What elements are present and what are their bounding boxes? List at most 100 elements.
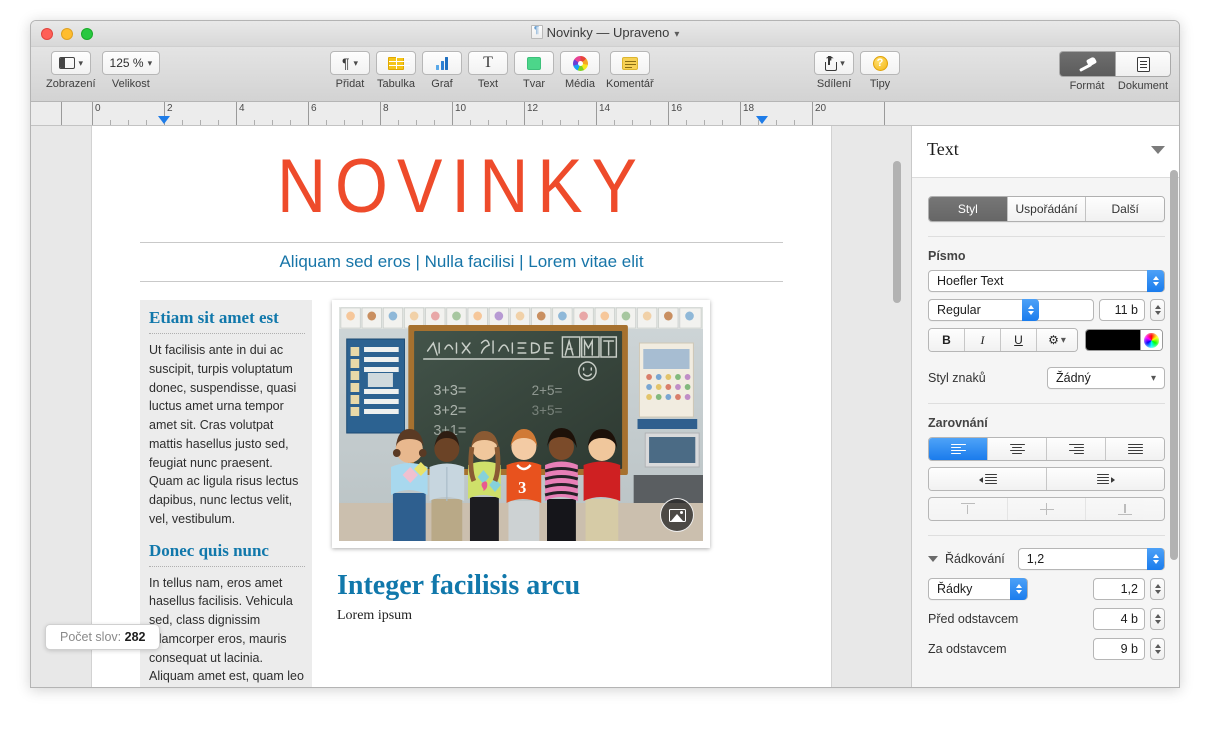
photo-frame[interactable]: 3+3= 3+2= 3+1= 2+5= 3+5= 3 <box>332 300 710 548</box>
comment-button[interactable] <box>609 51 650 75</box>
tab-usporadani[interactable]: Uspořádání <box>1007 197 1087 221</box>
image-placeholder-icon[interactable] <box>660 498 694 532</box>
toolbar-item-share[interactable]: ▾ Sdílení <box>814 51 854 90</box>
story-body[interactable]: Lorem ipsum <box>337 608 724 624</box>
space-before-field[interactable]: 4 b <box>1093 608 1145 630</box>
align-top-button[interactable] <box>929 498 1008 520</box>
outdent-icon <box>978 473 997 485</box>
article-heading[interactable]: Donec quis nunc <box>149 541 305 561</box>
spacing-mode-row: Řádky 1,2 <box>928 578 1165 600</box>
ruler[interactable]: 0 2 4 6 8 10 12 14 16 18 20 <box>31 102 1179 126</box>
article-body[interactable]: In tellus nam, eros amet hasellus facili… <box>149 574 305 688</box>
align-top-icon <box>960 503 975 515</box>
toolbar-item-table[interactable]: Tabulka <box>376 51 416 90</box>
toolbar-item-text[interactable]: T Text <box>468 51 508 90</box>
ruler-left-margin-marker[interactable] <box>158 116 170 124</box>
bold-button[interactable]: B <box>929 329 965 351</box>
text-color-well[interactable] <box>1085 329 1163 351</box>
tab-styl[interactable]: Styl <box>929 197 1008 221</box>
disclosure-triangle-icon[interactable] <box>928 556 938 562</box>
chevron-down-icon[interactable]: ▾ <box>674 29 679 40</box>
space-after-field[interactable]: 9 b <box>1093 638 1145 660</box>
toolbar-item-tips[interactable]: ? Tipy <box>860 51 900 90</box>
text-button[interactable]: T <box>468 51 508 75</box>
stepper-icon[interactable] <box>1147 548 1164 570</box>
font-size-field[interactable]: 11 b <box>1099 299 1145 321</box>
align-center-button[interactable] <box>988 438 1047 460</box>
story-heading[interactable]: Integer facilisis arcu <box>337 570 724 602</box>
space-before-row: Před odstavcem 4 b <box>928 608 1165 630</box>
toolbar-item-zoom[interactable]: 125 % ▾ Velikost <box>101 51 161 90</box>
svg-text:3+3=: 3+3= <box>433 383 466 399</box>
canvas-scrollbar[interactable] <box>893 161 901 303</box>
ruler-tick-label: 6 <box>311 103 317 114</box>
article-heading[interactable]: Etiam sit amet est <box>149 308 305 328</box>
toolbar-label-share: Sdílení <box>816 78 852 90</box>
stepper-icon[interactable] <box>1010 578 1027 600</box>
zoom-level-button[interactable]: 125 % ▾ <box>101 51 161 75</box>
masthead-title[interactable]: NOVINKY <box>92 148 831 224</box>
format-panel-button[interactable] <box>1059 51 1115 77</box>
insert-button[interactable]: ¶ ▾ <box>330 51 370 75</box>
line-spacing-select[interactable]: 1,2 <box>1017 548 1165 570</box>
tab-dalsi[interactable]: Další <box>1086 197 1164 221</box>
color-swatch[interactable] <box>1086 330 1140 350</box>
classroom-children-photo[interactable]: 3+3= 3+2= 3+1= 2+5= 3+5= 3 <box>339 307 703 541</box>
indent-button[interactable] <box>1047 468 1164 490</box>
ruler-right-margin-marker[interactable] <box>756 116 768 124</box>
format-inspector: Text Styl Uspořádání Další Písmo Hoefler… <box>911 126 1179 687</box>
align-left-button[interactable] <box>929 438 988 460</box>
toolbar-item-view[interactable]: ▾ Zobrazení <box>46 51 96 90</box>
ruler-tick-label: 8 <box>383 103 389 114</box>
line-spacing-header[interactable]: Řádkování 1,2 <box>928 548 1165 570</box>
inspector-header: Text <box>912 126 1179 178</box>
font-family-select[interactable]: Hoefler Text <box>928 270 1165 292</box>
font-options-button[interactable]: ⚙ ▾ <box>1037 329 1077 351</box>
inspector-scrollbar[interactable] <box>1170 170 1178 560</box>
italic-button[interactable]: I <box>965 329 1001 351</box>
document-canvas[interactable]: NOVINKY Aliquam sed eros | Nulla facilis… <box>31 126 911 688</box>
text-box-icon: T <box>483 54 493 71</box>
outdent-button[interactable] <box>929 468 1047 490</box>
space-after-stepper[interactable] <box>1150 638 1165 660</box>
space-before-stepper[interactable] <box>1150 608 1165 630</box>
stepper-icon[interactable] <box>1147 270 1164 292</box>
underline-button[interactable]: U <box>1001 329 1037 351</box>
char-style-select[interactable]: Žádný ▾ <box>1047 367 1165 389</box>
align-right-button[interactable] <box>1047 438 1106 460</box>
font-style-select[interactable]: Regular <box>928 299 1094 321</box>
color-wheel-icon[interactable] <box>1140 330 1162 350</box>
spacing-amount-field[interactable]: 1,2 <box>1093 578 1145 600</box>
article-body[interactable]: Ut facilisis ante in dui ac suscipit, tu… <box>149 341 305 529</box>
align-bottom-button[interactable] <box>1086 498 1164 520</box>
align-middle-button[interactable] <box>1007 498 1087 520</box>
line-spacing-value: 1,2 <box>1026 552 1045 566</box>
toolbar-label-text: Text <box>477 78 499 90</box>
document-page[interactable]: NOVINKY Aliquam sed eros | Nulla facilis… <box>92 126 831 688</box>
toolbar-item-format[interactable]: Formát <box>1059 51 1115 92</box>
tips-button[interactable]: ? <box>860 51 900 75</box>
share-button[interactable]: ▾ <box>814 51 854 75</box>
masthead-subhead[interactable]: Aliquam sed eros | Nulla facilisi | Lore… <box>92 243 831 281</box>
spacing-amount-stepper[interactable] <box>1150 578 1165 600</box>
align-justify-button[interactable] <box>1106 438 1164 460</box>
triangle-down-icon[interactable] <box>1151 146 1165 154</box>
toolbar-item-comment[interactable]: Komentář <box>606 51 654 90</box>
toolbar-item-chart[interactable]: Graf <box>422 51 462 90</box>
table-button[interactable] <box>376 51 416 75</box>
toolbar-item-shape[interactable]: Tvar <box>514 51 554 90</box>
spacing-mode-select[interactable]: Řádky <box>928 578 1028 600</box>
font-size-stepper[interactable] <box>1150 299 1165 321</box>
ruler-tick-label: 0 <box>95 103 101 114</box>
comment-icon <box>621 56 638 70</box>
sidebar-text-box[interactable]: Etiam sit amet est Ut facilisis ante in … <box>140 300 312 688</box>
document-panel-button[interactable] <box>1115 51 1171 77</box>
toolbar-item-media[interactable]: Média <box>560 51 600 90</box>
toolbar-item-insert[interactable]: ¶ ▾ Přidat <box>330 51 370 90</box>
media-button[interactable] <box>560 51 600 75</box>
shape-button[interactable] <box>514 51 554 75</box>
stepper-icon[interactable] <box>1022 299 1039 321</box>
chart-button[interactable] <box>422 51 462 75</box>
toolbar-item-document[interactable]: Dokument <box>1115 51 1171 92</box>
view-button[interactable]: ▾ <box>50 51 92 75</box>
